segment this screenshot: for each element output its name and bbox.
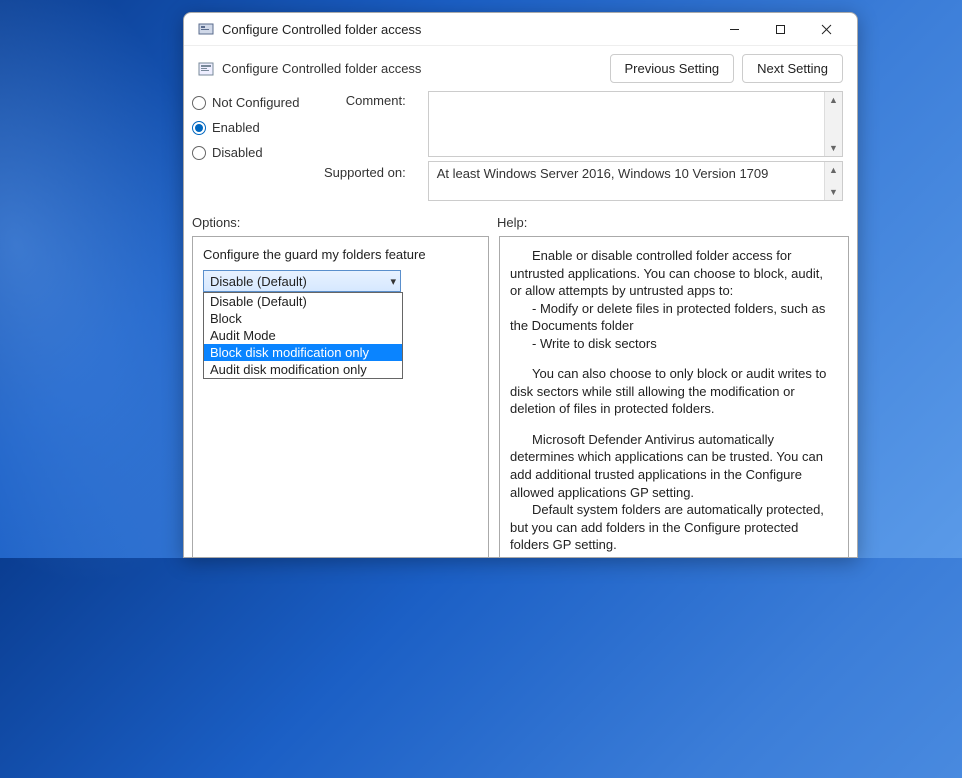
help-label: Help: <box>497 215 527 230</box>
gpo-editor-window: Configure Controlled folder access Confi… <box>183 12 858 558</box>
next-setting-button[interactable]: Next Setting <box>742 54 843 83</box>
help-paragraph: Default system folders are automatically… <box>510 501 838 554</box>
scroll-down-icon[interactable]: ▼ <box>825 184 842 200</box>
panels: Configure the guard my folders feature D… <box>184 236 857 558</box>
radio-label: Enabled <box>212 120 260 135</box>
setting-header: Configure Controlled folder access Previ… <box>184 46 857 91</box>
field-labels: Comment: Supported on: <box>324 91 406 201</box>
comment-textarea[interactable]: ▲ ▼ <box>428 91 843 157</box>
dropdown-option-audit[interactable]: Audit Mode <box>204 327 402 344</box>
field-values: ▲ ▼ At least Windows Server 2016, Window… <box>418 91 843 201</box>
scroll-up-icon[interactable]: ▲ <box>825 162 842 178</box>
dropdown-value: Disable (Default) <box>210 274 307 289</box>
scroll-up-icon[interactable]: ▲ <box>825 92 842 108</box>
options-panel: Configure the guard my folders feature D… <box>192 236 489 558</box>
supported-on-text: At least Windows Server 2016, Windows 10… <box>428 161 843 201</box>
help-paragraph: You can also choose to only block or aud… <box>510 365 838 418</box>
window-title: Configure Controlled folder access <box>222 22 711 37</box>
titlebar: Configure Controlled folder access <box>184 13 857 46</box>
dropdown-list: Disable (Default) Block Audit Mode Block… <box>203 292 403 379</box>
help-line: - Modify or delete files in protected fo… <box>510 300 838 335</box>
section-labels: Options: Help: <box>184 201 857 236</box>
help-line: - Write to disk sectors <box>510 335 838 353</box>
policy-icon <box>198 21 214 37</box>
minimize-button[interactable] <box>711 13 757 45</box>
scroll-down-icon[interactable]: ▼ <box>825 140 842 156</box>
guard-folders-dropdown[interactable]: Disable (Default) <box>203 270 401 292</box>
options-label: Options: <box>192 215 497 230</box>
radio-disabled[interactable]: Disabled <box>192 145 312 160</box>
config-row: Not Configured Enabled Disabled Comment:… <box>184 91 857 201</box>
help-panel: Enable or disable controlled folder acce… <box>499 236 849 558</box>
supported-label: Supported on: <box>324 161 406 180</box>
radio-not-configured[interactable]: Not Configured <box>192 95 312 110</box>
dropdown-option-block[interactable]: Block <box>204 310 402 327</box>
dropdown-option-disable[interactable]: Disable (Default) <box>204 293 402 310</box>
dropdown-option-audit-disk[interactable]: Audit disk modification only <box>204 361 402 378</box>
radio-icon <box>192 96 206 110</box>
setting-title: Configure Controlled folder access <box>222 61 602 76</box>
feature-label: Configure the guard my folders feature <box>203 247 478 262</box>
comment-label: Comment: <box>324 91 406 161</box>
setting-icon <box>198 61 214 77</box>
scrollbar[interactable]: ▲ ▼ <box>824 92 842 156</box>
radio-label: Disabled <box>212 145 263 160</box>
help-paragraph: Microsoft Defender Antivirus automatical… <box>510 431 838 501</box>
previous-setting-button[interactable]: Previous Setting <box>610 54 735 83</box>
help-paragraph: Enable or disable controlled folder acce… <box>510 247 838 300</box>
close-button[interactable] <box>803 13 849 45</box>
radio-label: Not Configured <box>212 95 299 110</box>
maximize-button[interactable] <box>757 13 803 45</box>
scrollbar[interactable]: ▲ ▼ <box>824 162 842 200</box>
state-radios: Not Configured Enabled Disabled <box>192 91 312 201</box>
dropdown-option-block-disk[interactable]: Block disk modification only <box>204 344 402 361</box>
radio-icon <box>192 121 206 135</box>
radio-icon <box>192 146 206 160</box>
supported-value: At least Windows Server 2016, Windows 10… <box>437 166 769 181</box>
radio-enabled[interactable]: Enabled <box>192 120 312 135</box>
